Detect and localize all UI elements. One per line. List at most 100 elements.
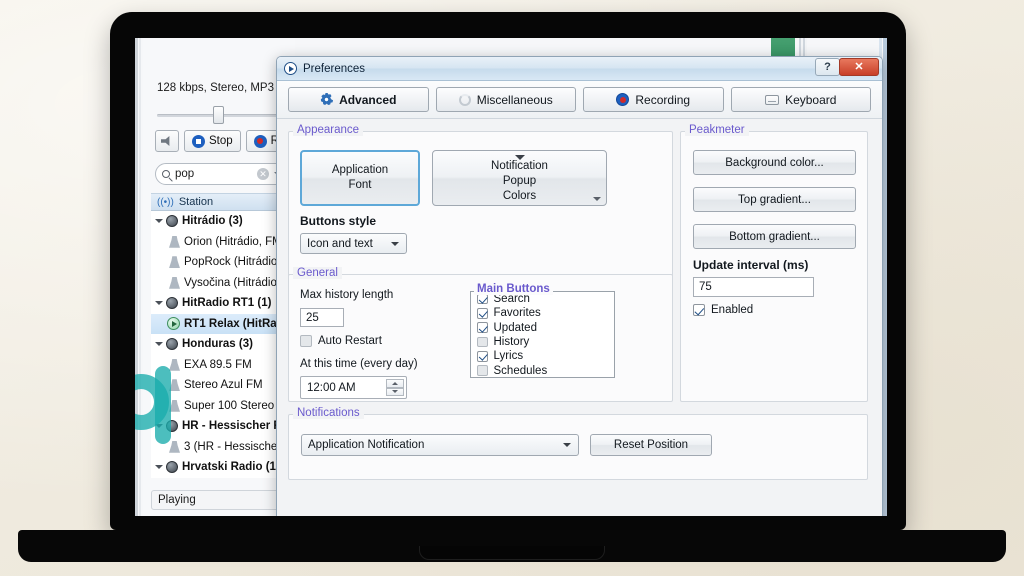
- close-button[interactable]: ✕: [839, 58, 879, 76]
- laptop-screen: 128 kbps, Stereo, MP3 Stop Rec: [135, 38, 887, 516]
- volume-slider[interactable]: [157, 106, 283, 124]
- peakmeter-enabled-checkbox[interactable]: Enabled: [693, 304, 753, 316]
- expand-triangle-icon[interactable]: [155, 342, 163, 347]
- expand-triangle-icon[interactable]: [155, 424, 163, 429]
- tab-miscellaneous[interactable]: Miscellaneous: [435, 87, 576, 112]
- status-bar: Playing: [151, 490, 287, 510]
- stop-button[interactable]: Stop: [184, 130, 241, 152]
- station-group-icon: [166, 420, 178, 433]
- appearance-group-label: Appearance: [293, 124, 364, 136]
- auto-restart-label: Auto Restart: [318, 335, 382, 347]
- list-item-label: RT1 Relax (HitRa: [184, 317, 277, 330]
- update-interval-value: 75: [699, 281, 712, 293]
- list-item[interactable]: Super 100 Stereo: [151, 396, 295, 417]
- volume-slider-knob[interactable]: [213, 106, 224, 124]
- list-item-label: Hrvatski Radio (1): [182, 461, 280, 474]
- main-button-label: Updated: [493, 321, 537, 334]
- update-interval-label: Update interval (ms): [693, 258, 809, 272]
- main-button-item-lyrics[interactable]: Lyrics: [471, 349, 614, 363]
- notification-colors-line2: Popup: [502, 174, 537, 187]
- chevron-down-icon: [391, 241, 399, 246]
- expand-triangle-icon[interactable]: [155, 301, 163, 306]
- expand-triangle-icon[interactable]: [155, 219, 163, 224]
- status-text: Playing: [158, 494, 196, 506]
- window-edge-right: [883, 38, 887, 516]
- trackpad-notch: [419, 546, 605, 560]
- expand-triangle-icon[interactable]: [155, 465, 163, 470]
- buttons-style-value: Icon and text: [307, 237, 373, 250]
- clear-icon[interactable]: ✕: [257, 168, 269, 180]
- update-interval-input[interactable]: 75: [693, 277, 814, 297]
- caret-down-icon: [593, 197, 601, 201]
- peakmeter-group-label: Peakmeter: [685, 124, 749, 136]
- tab-recording[interactable]: Recording: [583, 87, 724, 112]
- list-item[interactable]: Honduras (3): [151, 334, 295, 355]
- at-this-time-value: 12:00 AM: [307, 381, 356, 394]
- notification-select[interactable]: Application Notification: [301, 434, 579, 456]
- search-input-value: pop: [175, 168, 195, 180]
- stop-button-label: Stop: [209, 135, 233, 147]
- list-item[interactable]: EXA 89.5 FM: [151, 355, 295, 376]
- notifications-panel: Application Notification Reset Position: [288, 414, 868, 480]
- station-list[interactable]: Hitrádio (3) Orion (Hitrádio, FM) PopRoc…: [151, 211, 295, 478]
- list-item-label: Hitrádio (3): [182, 215, 243, 228]
- stepper-buttons: [386, 379, 404, 396]
- list-item[interactable]: Hitrádio (3): [151, 211, 295, 232]
- tab-keyboard-label: Keyboard: [785, 92, 837, 107]
- stepper-down-button[interactable]: [386, 387, 404, 396]
- at-this-time-stepper[interactable]: 12:00 AM: [300, 376, 407, 399]
- tab-miscellaneous-label: Miscellaneous: [476, 92, 553, 107]
- stepper-up-button[interactable]: [386, 379, 404, 388]
- caret-down-icon: [392, 390, 398, 394]
- list-item[interactable]: 3 (HR - Hessischer: [151, 437, 295, 458]
- list-item[interactable]: Orion (Hitrádio, FM): [151, 232, 295, 253]
- checkbox-box: [477, 351, 488, 362]
- list-item[interactable]: HR - Hessischer R: [151, 416, 295, 437]
- station-icon: [169, 440, 180, 453]
- top-gradient-button[interactable]: Top gradient...: [693, 187, 856, 212]
- list-item-playing[interactable]: RT1 Relax (HitRa: [151, 313, 295, 334]
- record-icon: [253, 134, 267, 148]
- main-button-label: Schedules: [493, 364, 548, 377]
- search-input[interactable]: pop ✕: [155, 163, 289, 185]
- list-item[interactable]: Stereo Azul FM: [151, 375, 295, 396]
- preferences-dialog: Preferences ? ✕ Advanced Miscellaneous R…: [276, 56, 883, 516]
- list-item[interactable]: Radio Otočac (Hrva: [151, 478, 295, 479]
- station-group-icon: [166, 461, 178, 474]
- main-button-item-history[interactable]: History: [471, 335, 614, 349]
- station-icon: [169, 358, 180, 371]
- max-history-input[interactable]: 25: [300, 308, 344, 327]
- bottom-gradient-button[interactable]: Bottom gradient...: [693, 224, 856, 249]
- checkbox-box: [300, 335, 312, 347]
- auto-restart-checkbox[interactable]: Auto Restart: [300, 335, 382, 347]
- window-controls: ? ✕: [815, 58, 879, 76]
- application-font-button[interactable]: Application Font: [300, 150, 420, 206]
- main-button-item-schedules[interactable]: Schedules: [471, 363, 614, 377]
- search-icon: [162, 170, 170, 178]
- tab-keyboard[interactable]: Keyboard: [730, 87, 871, 112]
- broadcast-icon: ((•)): [157, 196, 174, 208]
- main-buttons-label: Main Buttons: [474, 283, 553, 295]
- list-item[interactable]: Vysočina (Hitrádio,: [151, 273, 295, 294]
- main-button-item-updated[interactable]: Updated: [471, 321, 614, 335]
- station-list-header: ((•)) Station: [151, 193, 295, 211]
- background-color-button[interactable]: Background color...: [693, 150, 856, 175]
- station-icon: [169, 276, 180, 289]
- list-item-label: Vysočina (Hitrádio,: [184, 276, 281, 289]
- list-item[interactable]: HitRadio RT1 (1): [151, 293, 295, 314]
- main-button-item-favorites[interactable]: Favorites: [471, 306, 614, 320]
- app-left-pane: 128 kbps, Stereo, MP3 Stop Rec: [143, 38, 300, 516]
- tab-advanced[interactable]: Advanced: [288, 87, 429, 112]
- list-item[interactable]: Hrvatski Radio (1): [151, 457, 295, 478]
- notification-popup-colors-button[interactable]: Notification Popup Colors: [432, 150, 607, 206]
- buttons-style-select[interactable]: Icon and text: [300, 233, 407, 254]
- mute-button[interactable]: [155, 130, 179, 152]
- main-button-label: Lyrics: [493, 350, 524, 363]
- dialog-title-bar[interactable]: Preferences ? ✕: [277, 57, 882, 81]
- help-button[interactable]: ?: [815, 58, 840, 76]
- list-item-label: 3 (HR - Hessischer: [184, 440, 282, 453]
- reset-position-button[interactable]: Reset Position: [590, 434, 712, 456]
- list-item[interactable]: PopRock (Hitrádio,: [151, 252, 295, 273]
- application-font-line2: Font: [348, 179, 372, 191]
- station-group-icon: [166, 215, 178, 228]
